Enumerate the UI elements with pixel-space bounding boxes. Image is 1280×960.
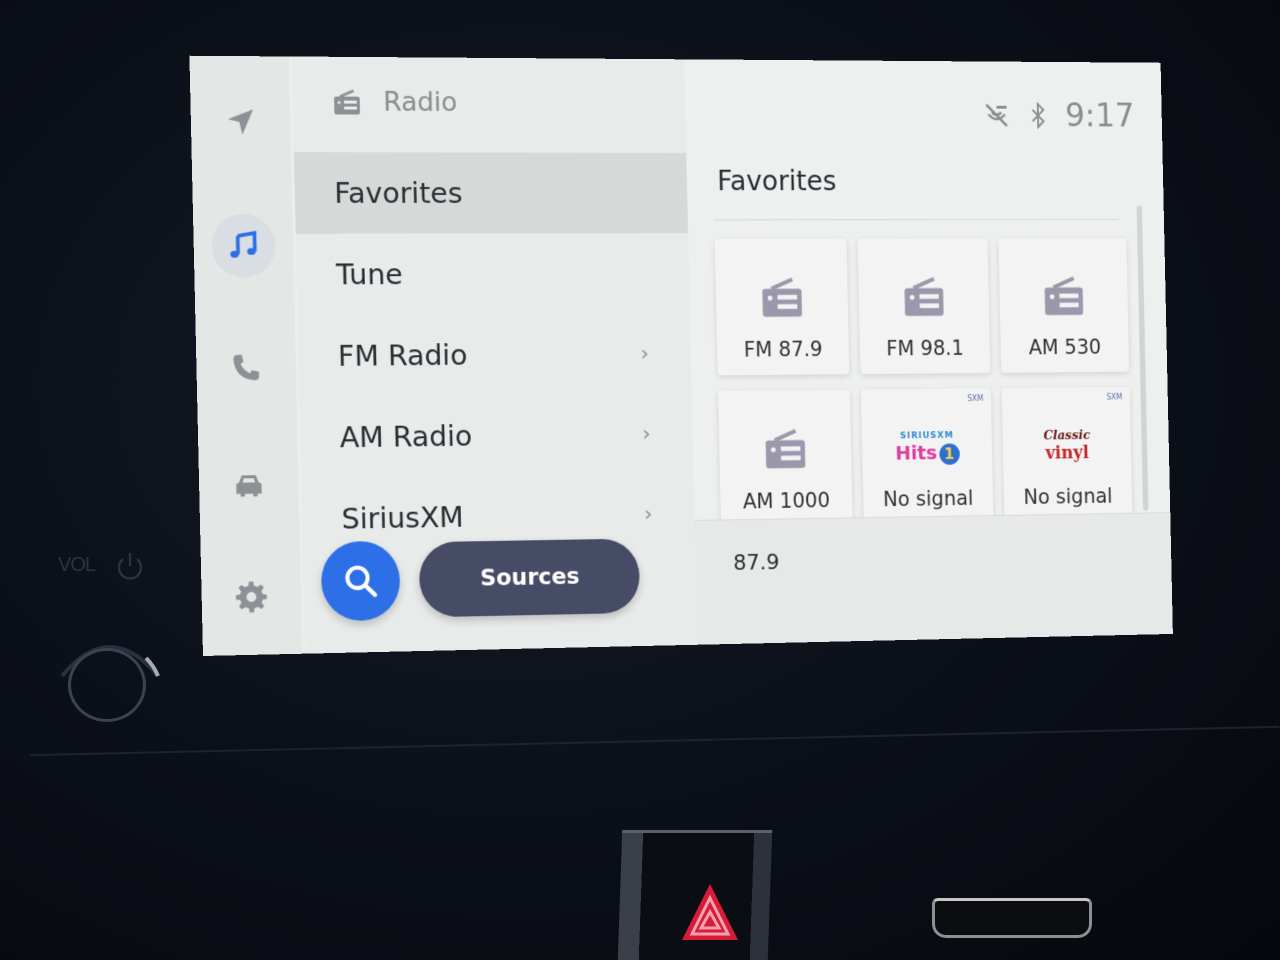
rail-navigation-button[interactable] [208, 90, 273, 154]
chevron-right-icon: › [641, 421, 651, 446]
divider [714, 219, 1119, 221]
now-playing-bar[interactable]: 87.9 [694, 512, 1173, 645]
hits1-logo: SIRIUSXM Hits 1 [895, 425, 960, 470]
search-icon [342, 562, 380, 600]
music-note-icon [230, 231, 258, 259]
menu-item-tune[interactable]: Tune [296, 233, 690, 315]
tile-label: No signal [1023, 484, 1113, 509]
rail-settings-button[interactable] [219, 565, 284, 630]
bluetooth-icon [1028, 102, 1047, 129]
classic-vinyl-logo: Classic vinyl [1043, 424, 1091, 469]
logo-badge: 1 [938, 442, 960, 465]
volume-knob[interactable] [68, 648, 146, 722]
logo-main-text: Hits [895, 440, 938, 465]
chevron-right-icon: › [640, 341, 650, 366]
gear-icon [235, 581, 268, 613]
radio-icon [762, 276, 803, 317]
menu-header: Radio [332, 87, 458, 118]
section-title: Favorites [716, 164, 837, 197]
favorite-tile-am-530[interactable]: AM 530 [998, 238, 1130, 373]
hazard-icon [682, 884, 738, 940]
favorite-tile-fm-98-1[interactable]: FM 98.1 [857, 238, 991, 375]
rail-vehicle-button[interactable] [216, 453, 281, 518]
menu-item-fm-radio[interactable]: FM Radio › [298, 313, 692, 397]
logo-top-text: Classic [1043, 428, 1091, 444]
rail-phone-button[interactable] [214, 335, 279, 399]
tile-label: FM 98.1 [886, 336, 965, 361]
tile-label: AM 1000 [742, 488, 831, 514]
tile-label: No signal [882, 486, 974, 512]
search-button[interactable] [320, 540, 401, 622]
rail-music-button[interactable] [210, 213, 276, 278]
siriusxm-badge-icon: SXM [1106, 392, 1123, 402]
menu-item-label: AM Radio [339, 418, 473, 455]
radio-icon [1044, 274, 1084, 316]
favorite-tile-siriusxm-hits1[interactable]: SXM SIRIUSXM Hits 1 No signal [860, 388, 994, 525]
radio-menu: Radio Favorites Tune FM Radio › AM Radio… [291, 56, 698, 654]
radio-icon [334, 88, 361, 115]
mic-muted-icon [982, 101, 1010, 130]
favorite-tile-siriusxm-classic-vinyl[interactable]: SXM Classic vinyl No signal [1001, 386, 1133, 523]
favorites-grid: FM 87.9 FM 98.1 AM 530 AM 1000 SXM SIRIU… [714, 238, 1138, 528]
menu-list: Favorites Tune FM Radio › AM Radio › Sir… [293, 152, 695, 560]
phone-icon [233, 355, 260, 382]
favorite-tile-am-1000[interactable]: AM 1000 [718, 389, 853, 528]
tile-label: AM 530 [1028, 335, 1102, 360]
app-title: Radio [382, 86, 458, 118]
now-playing-frequency: 87.9 [732, 550, 780, 576]
menu-item-label: Favorites [333, 176, 463, 210]
sources-button[interactable]: Sources [418, 538, 641, 618]
favorites-panel: 9:17 Favorites FM 87.9 FM 98.1 AM 530 AM… [684, 59, 1173, 645]
status-bar: 9:17 [982, 96, 1135, 135]
logo-main-text: vinyl [1045, 442, 1090, 464]
radio-icon [765, 427, 806, 469]
tile-label: FM 87.9 [743, 337, 823, 362]
menu-item-label: SiriusXM [341, 500, 464, 536]
siriusxm-badge-icon: SXM [967, 394, 984, 403]
infotainment-screen: Radio Favorites Tune FM Radio › AM Radio… [189, 55, 1173, 656]
volume-label: VOL [58, 554, 96, 576]
radio-icon [904, 275, 944, 316]
navigation-arrow-icon [228, 109, 254, 136]
power-icon [117, 553, 143, 580]
air-vent [932, 898, 1092, 938]
clock: 9:17 [1064, 96, 1135, 136]
app-rail [189, 55, 303, 656]
favorite-tile-fm-87-9[interactable]: FM 87.9 [714, 238, 850, 376]
chevron-right-icon: › [643, 501, 653, 527]
menu-item-label: FM Radio [337, 338, 468, 373]
menu-item-am-radio[interactable]: AM Radio › [299, 393, 693, 478]
scrollbar[interactable] [1136, 205, 1149, 511]
car-icon [236, 475, 262, 497]
menu-item-label: Tune [335, 257, 404, 292]
menu-item-favorites[interactable]: Favorites [293, 152, 689, 234]
menu-actions: Sources [320, 536, 641, 622]
